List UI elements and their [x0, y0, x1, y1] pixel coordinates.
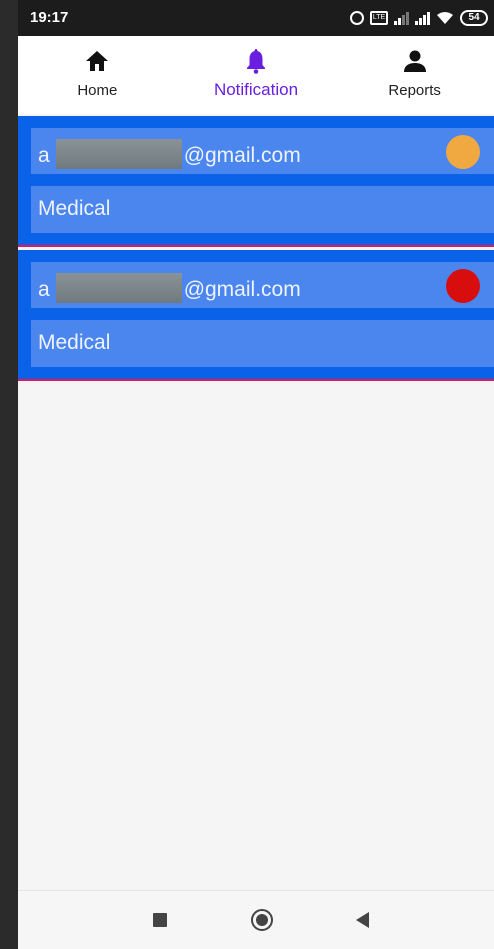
- category-text: Medical: [38, 197, 111, 220]
- back-button[interactable]: [332, 891, 392, 949]
- home-button[interactable]: [232, 891, 292, 949]
- tab-home-label: Home: [77, 82, 118, 99]
- home-circle-icon: [251, 909, 273, 931]
- system-nav-bar: [18, 890, 494, 949]
- email-text: a @gmail.com: [38, 273, 301, 303]
- home-icon: [85, 48, 109, 74]
- email-suffix: @gmail.com: [183, 144, 301, 167]
- volte-icon: LTE: [370, 11, 388, 25]
- redacted-block: [55, 139, 182, 169]
- email-row: a @gmail.com: [31, 128, 494, 174]
- email-prefix: a: [38, 144, 50, 167]
- category-text: Medical: [38, 331, 111, 354]
- category-row: Medical: [31, 320, 494, 367]
- category-row: Medical: [31, 186, 494, 233]
- bell-icon: [245, 48, 267, 74]
- back-icon: [355, 912, 369, 928]
- top-tab-bar: Home Notification Reports: [18, 36, 494, 114]
- tab-home[interactable]: Home: [18, 36, 177, 114]
- notification-card[interactable]: a @gmail.com Medical: [18, 116, 494, 247]
- notification-card[interactable]: a @gmail.com Medical: [18, 250, 494, 381]
- tab-notification-label: Notification: [213, 80, 299, 99]
- email-suffix: @gmail.com: [183, 278, 301, 301]
- status-icons: LTE 54: [350, 7, 488, 29]
- phone-screen: 19:17 LTE 54 Home Notification Reports a…: [18, 0, 494, 949]
- recents-icon: [153, 913, 167, 927]
- wifi-icon: [436, 11, 454, 25]
- tab-notification[interactable]: Notification: [177, 36, 336, 114]
- tab-reports[interactable]: Reports: [335, 36, 494, 114]
- status-dot: [446, 135, 480, 169]
- email-row: a @gmail.com: [31, 262, 494, 308]
- email-prefix: a: [38, 278, 50, 301]
- signal-icon: [415, 11, 430, 25]
- notification-list: a @gmail.com Medical a @gmail.com Medical: [18, 116, 494, 384]
- redacted-block: [55, 273, 182, 303]
- status-dot: [446, 269, 480, 303]
- signal-icon: [394, 11, 409, 25]
- tab-reports-label: Reports: [388, 82, 441, 99]
- status-time: 19:17: [30, 9, 69, 26]
- person-icon: [403, 48, 427, 74]
- alarm-icon: [350, 11, 364, 25]
- recents-button[interactable]: [130, 891, 190, 949]
- email-text: a @gmail.com: [38, 139, 301, 169]
- battery-icon: 54: [460, 10, 488, 26]
- status-bar: 19:17 LTE 54: [18, 0, 494, 36]
